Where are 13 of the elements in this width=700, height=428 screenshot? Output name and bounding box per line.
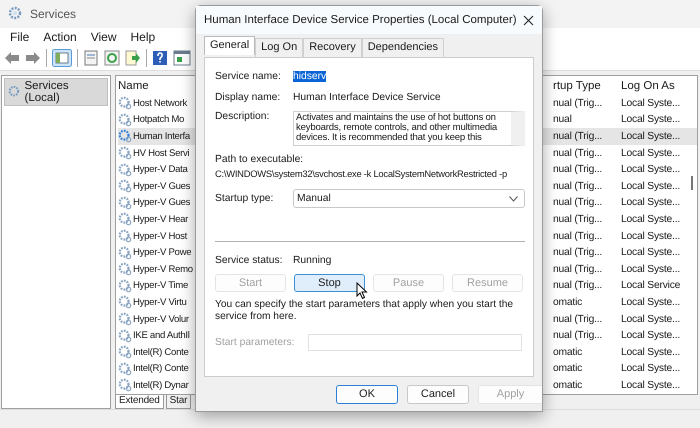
dialog-title: Human Interface Device Service Properties (Local Computer) xyxy=(204,14,517,26)
display-name-value: Human Interface Device Service xyxy=(293,92,441,103)
field-label: Description: xyxy=(215,111,270,122)
field-label: Start parameters: xyxy=(215,337,296,348)
field-label: Display name: xyxy=(215,92,282,103)
path-value: C:\WINDOWS\system32\svchost.exe -k LocalSystemNetworkRestricted -p xyxy=(215,168,508,180)
service-status-value: Running xyxy=(293,255,332,266)
field-label: Path to executable: xyxy=(215,154,304,165)
field-label: Service name: xyxy=(215,71,282,82)
hint-text: You can specify the start parameters that apply when you start the service from here. xyxy=(215,299,514,323)
window-title: Services xyxy=(30,7,76,21)
field-label: Startup type: xyxy=(215,193,274,204)
field-label: Service status: xyxy=(215,255,284,266)
